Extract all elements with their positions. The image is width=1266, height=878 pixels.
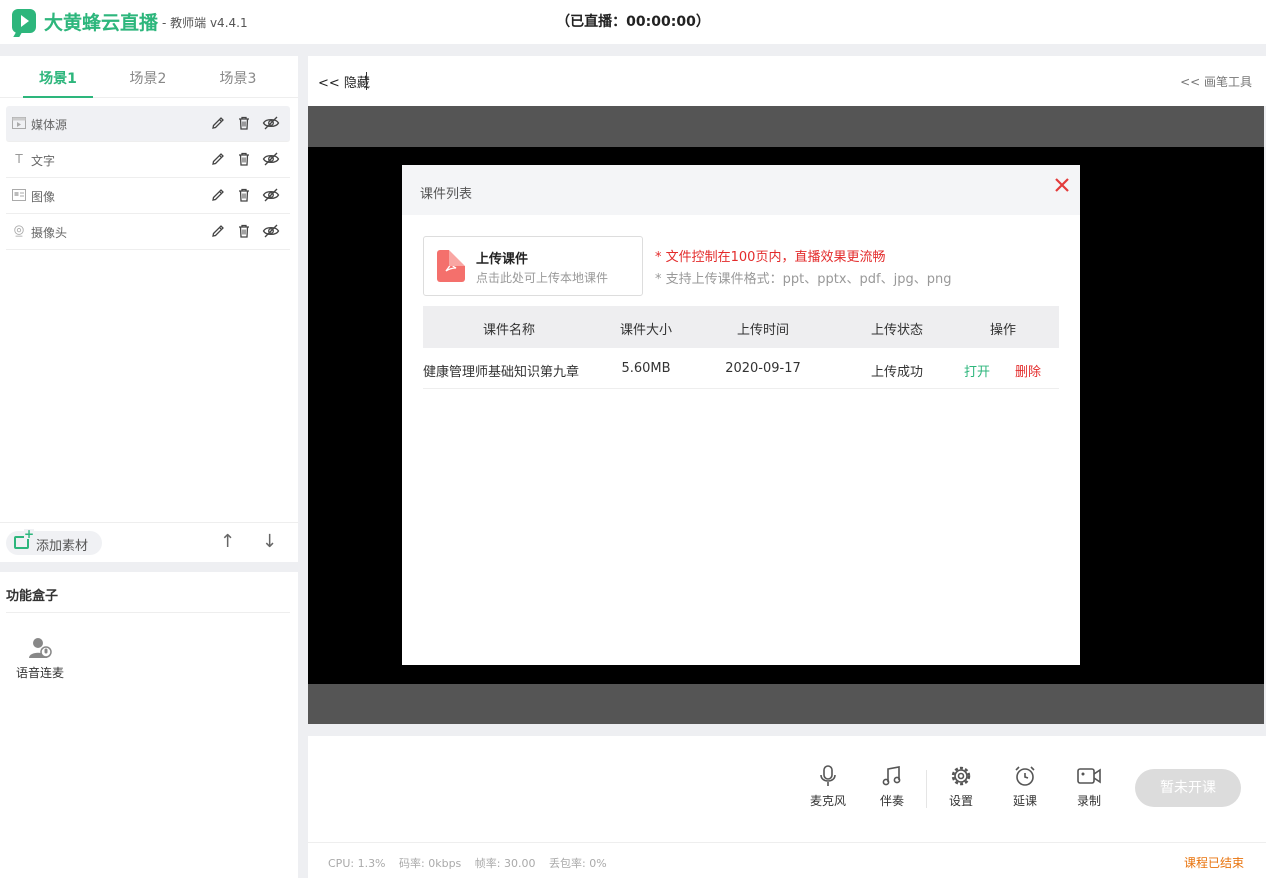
function-box: 功能盒子 语音连麦 [0, 572, 298, 878]
stream-stats: CPU: 1.3% 码率: 0kbps 帧率: 30.00 丢包率: 0% [328, 855, 617, 871]
voice-connect-icon [29, 638, 52, 658]
voice-connect-button[interactable]: 语音连麦 [12, 636, 68, 681]
music-note-icon [882, 766, 901, 786]
source-list: 媒体源 T 文字 图像 摄像头 [6, 106, 290, 250]
move-down-icon[interactable]: ↓ [262, 533, 277, 551]
source-item-image[interactable]: 图像 [6, 178, 290, 214]
column-header: 操作 [989, 323, 1016, 338]
tab-scene-3[interactable]: 场景3 [203, 68, 273, 88]
start-class-button[interactable]: 暂未开课 [1135, 769, 1241, 807]
record-label: 录制 [1076, 794, 1101, 808]
record-button[interactable]: 录制 [1069, 764, 1109, 809]
open-link[interactable]: 打开 [964, 361, 990, 380]
divider [6, 612, 290, 613]
divider [366, 72, 367, 90]
voice-connect-label: 语音连麦 [15, 666, 64, 680]
pdf-icon [437, 250, 465, 282]
hide-panel-button[interactable]: << 隐藏 [318, 72, 370, 91]
microphone-icon [820, 765, 836, 786]
status-bar: CPU: 1.3% 码率: 0kbps 帧率: 30.00 丢包率: 0% 课程… [308, 842, 1266, 878]
format-tip: * 支持上传课件格式：ppt、pptx、pdf、jpg、png [655, 272, 952, 287]
upload-title: 上传课件 [476, 252, 529, 267]
tab-scene-2[interactable]: 场景2 [113, 68, 183, 88]
frame-rate: 帧率: 30.00 [474, 857, 536, 870]
source-toolbar: 添加素材 ↑ ↓ [0, 522, 298, 562]
modal-header: 课件列表 [402, 165, 1080, 215]
microphone-label: 麦克风 [809, 794, 846, 808]
courseware-size: 5.60MB [621, 361, 671, 376]
delete-icon[interactable] [236, 151, 252, 167]
course-status: 课程已结束 [1183, 856, 1244, 870]
source-label: 媒体源 [31, 118, 68, 132]
accompaniment-label: 伴奏 [879, 794, 904, 808]
delete-icon[interactable] [236, 115, 252, 131]
upload-status: 上传成功 [870, 365, 923, 380]
bitrate: 码率: 0kbps [399, 857, 462, 870]
modal-title: 课件列表 [420, 187, 473, 202]
add-media-icon [14, 529, 34, 549]
upload-courseware-button[interactable]: 上传课件 点击此处可上传本地课件 [423, 236, 643, 296]
gear-icon [951, 766, 971, 786]
table-row: 健康管理师基础知识第九章 5.60MB 2020-09-17 上传成功 打开 删… [423, 348, 1059, 389]
pen-tools-button[interactable]: << 画笔工具 [1180, 73, 1252, 90]
scene-panel: 场景1 场景2 场景3 媒体源 T 文字 图像 摄像头 [0, 56, 298, 562]
image-icon [12, 189, 26, 201]
column-header: 课件大小 [619, 323, 672, 338]
delay-class-button[interactable]: 延课 [1005, 764, 1045, 809]
title-bar: 大黄蜂云直播 - 教师端 v4.4.1 （已直播：00:00:00） [0, 0, 1266, 44]
divider [926, 770, 927, 808]
source-label: 摄像头 [31, 226, 68, 240]
visibility-off-icon[interactable] [262, 115, 280, 131]
video-camera-icon [1077, 768, 1101, 784]
delay-class-label: 延课 [1012, 794, 1037, 808]
courseware-table: 课件名称 课件大小 上传时间 上传状态 操作 健康管理师基础知识第九章 5.60… [423, 306, 1059, 389]
settings-button[interactable]: 设置 [941, 764, 981, 809]
courseware-name: 健康管理师基础知识第九章 [423, 365, 580, 380]
close-icon[interactable] [1054, 177, 1070, 193]
text-icon: T [15, 152, 23, 166]
add-material-label: 添加素材 [36, 539, 89, 554]
edit-icon[interactable] [210, 223, 226, 239]
source-item-text[interactable]: T 文字 [6, 142, 290, 178]
source-item-camera[interactable]: 摄像头 [6, 214, 290, 250]
media-icon [12, 117, 26, 129]
courseware-modal: 课件列表 上传课件 点击此处可上传本地课件 * 文件控制在100页内，直播效果更… [402, 165, 1080, 665]
column-header: 上传状态 [870, 323, 923, 338]
scene-tabs: 场景1 场景2 场景3 [0, 56, 298, 98]
edit-icon[interactable] [210, 115, 226, 131]
live-duration: （已直播：00:00:00） [556, 14, 710, 30]
camera-icon [14, 225, 24, 237]
visibility-off-icon[interactable] [262, 223, 280, 239]
accompaniment-button[interactable]: 伴奏 [872, 764, 912, 809]
cpu-usage: CPU: 1.3% [328, 857, 386, 870]
packet-loss: 丢包率: 0% [549, 857, 607, 870]
active-tab-indicator [23, 96, 93, 98]
delete-icon[interactable] [236, 223, 252, 239]
microphone-button[interactable]: 麦克风 [808, 764, 848, 809]
control-bar: 麦克风 伴奏 设置 延课 录制 暂未开课 [308, 736, 1266, 842]
upload-date: 2020-09-17 [725, 361, 801, 376]
edit-icon[interactable] [210, 187, 226, 203]
column-header: 上传时间 [736, 323, 789, 338]
add-material-button[interactable]: 添加素材 [6, 529, 102, 555]
function-box-title: 功能盒子 [6, 589, 59, 604]
tab-scene-1[interactable]: 场景1 [23, 68, 93, 88]
delete-icon[interactable] [236, 187, 252, 203]
source-item-media[interactable]: 媒体源 [6, 106, 290, 142]
visibility-off-icon[interactable] [262, 151, 280, 167]
source-label: 文字 [31, 154, 56, 168]
column-header: 课件名称 [482, 323, 535, 338]
source-label: 图像 [31, 190, 56, 204]
table-header: 课件名称 课件大小 上传时间 上传状态 操作 [423, 306, 1059, 348]
move-up-icon[interactable]: ↑ [220, 533, 235, 551]
upload-subtitle: 点击此处可上传本地课件 [476, 271, 609, 285]
alarm-clock-icon [1015, 766, 1035, 786]
file-limit-tip: * 文件控制在100页内，直播效果更流畅 [655, 250, 886, 265]
visibility-off-icon[interactable] [262, 187, 280, 203]
preview-toolbar: << 隐藏 << 画笔工具 [308, 56, 1266, 106]
edit-icon[interactable] [210, 151, 226, 167]
settings-label: 设置 [948, 794, 973, 808]
delete-link[interactable]: 删除 [1015, 361, 1041, 380]
